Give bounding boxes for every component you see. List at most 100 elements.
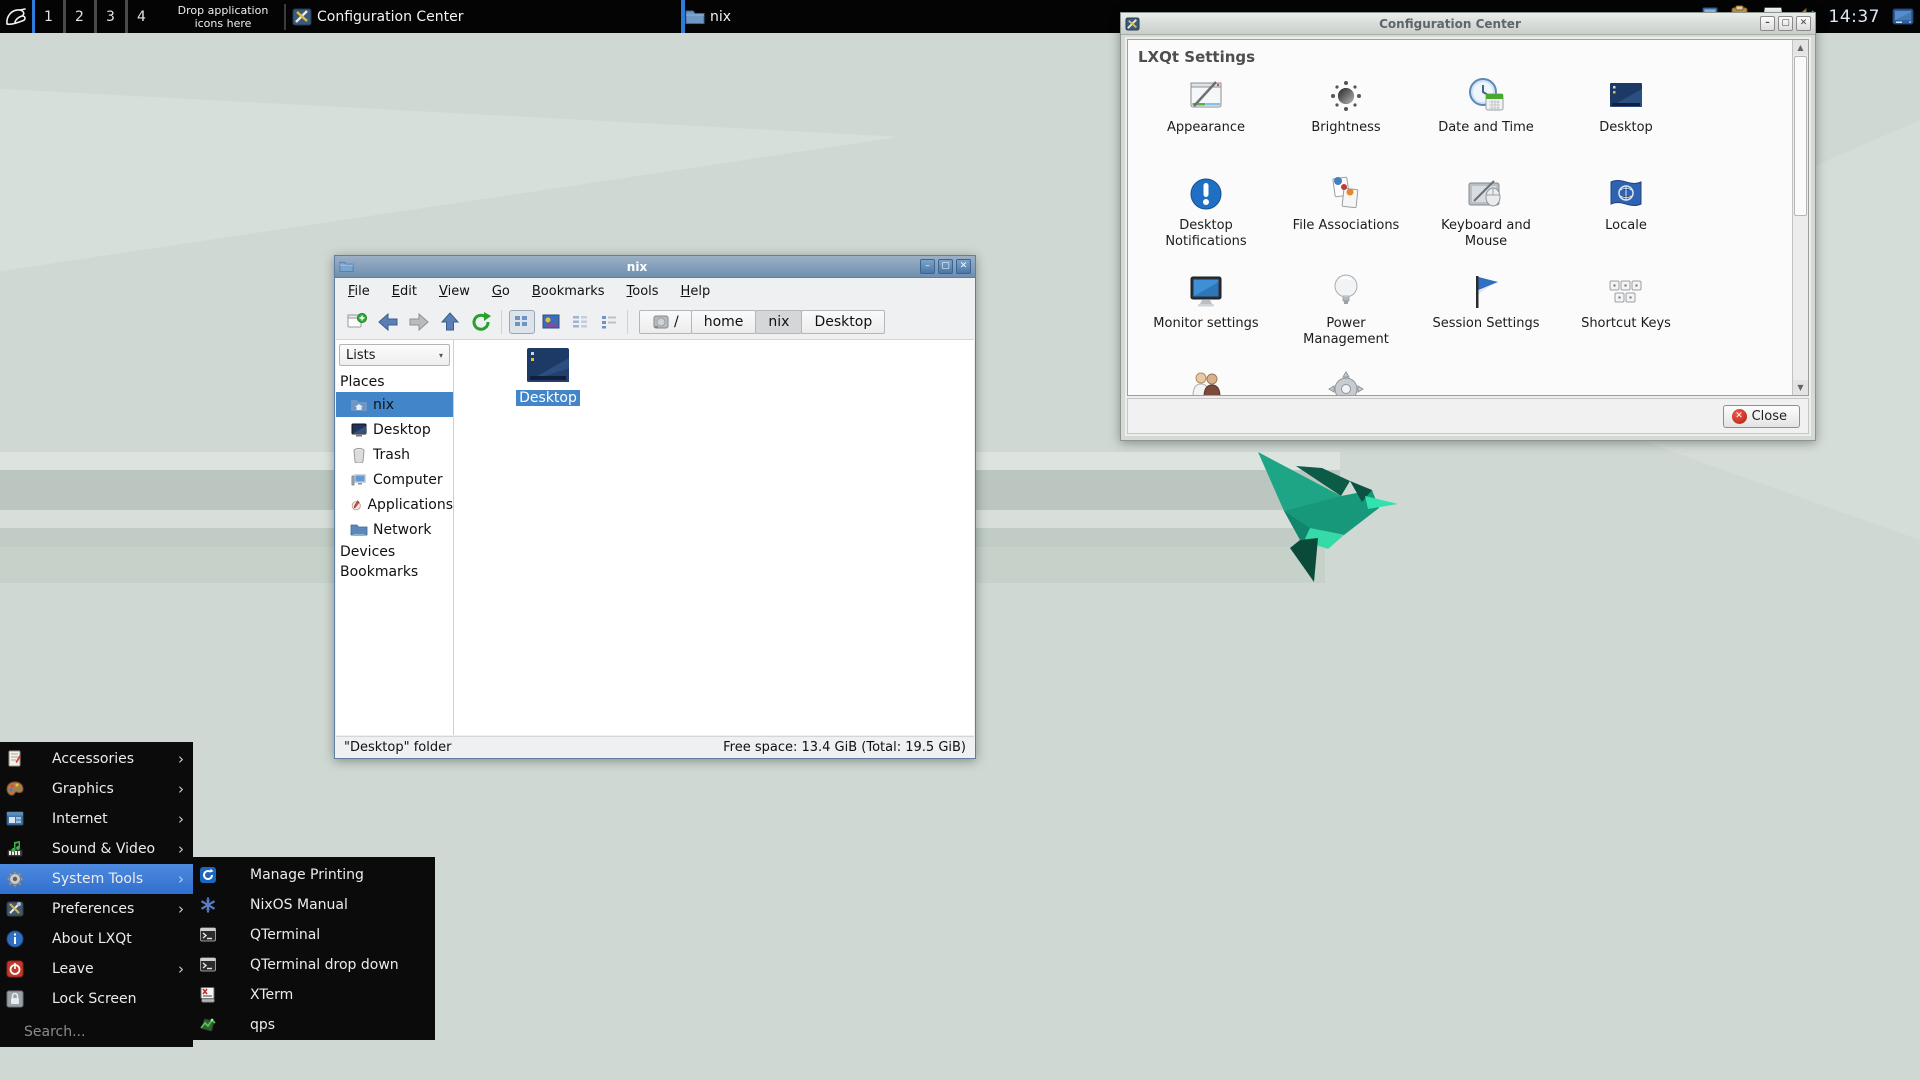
menu-go[interactable]: Go xyxy=(492,284,510,299)
sidebar-item-network[interactable]: Network xyxy=(336,517,453,542)
scrollbar-thumb[interactable] xyxy=(1794,56,1807,216)
close-x-icon: ✕ xyxy=(1732,409,1747,424)
submenu-item-manage-printing[interactable]: Manage Printing xyxy=(193,860,435,890)
quicklaunch-drop-hint[interactable]: Drop application icons here xyxy=(164,4,282,30)
settings-item-file-associations[interactable]: File Associations xyxy=(1276,174,1416,234)
new-tab-button[interactable] xyxy=(344,309,370,335)
forward-button[interactable] xyxy=(406,309,432,335)
workspace-button-1[interactable]: 1 xyxy=(32,0,63,33)
submenu-arrow-icon: › xyxy=(178,870,184,888)
nixos-icon xyxy=(199,896,217,914)
menu-view[interactable]: View xyxy=(439,284,470,299)
sidebar-mode-combobox[interactable]: Lists ▾ xyxy=(339,344,450,366)
settings-item-keyboard-mouse[interactable]: Keyboard and Mouse xyxy=(1416,174,1556,250)
workspace-button-3[interactable]: 3 xyxy=(94,0,125,33)
scrollbar[interactable]: ▲ ▼ xyxy=(1792,40,1808,395)
menu-item-preferences[interactable]: Preferences › xyxy=(0,894,193,924)
submenu-item-qterminal[interactable]: QTerminal xyxy=(193,920,435,950)
sound-video-icon xyxy=(6,840,24,858)
menu-search-row[interactable] xyxy=(0,1018,193,1046)
menu-item-sound-video[interactable]: Sound & Video › xyxy=(0,834,193,864)
application-menu: Accessories › Graphics › Internet › Soun… xyxy=(0,742,193,1047)
sidebar-item-trash[interactable]: Trash xyxy=(336,442,453,467)
menu-help[interactable]: Help xyxy=(681,284,711,299)
clock[interactable]: 14:37 xyxy=(1829,7,1881,27)
computer-icon xyxy=(350,472,368,488)
refresh-button[interactable] xyxy=(468,309,494,335)
scroll-up-arrow[interactable]: ▲ xyxy=(1793,40,1808,55)
settings-item-appearance[interactable]: Appearance xyxy=(1136,76,1276,136)
settings-item-locale[interactable]: Locale xyxy=(1556,174,1696,234)
menu-edit[interactable]: Edit xyxy=(392,284,417,299)
submenu-item-qterminal-dropdown[interactable]: QTerminal drop down xyxy=(193,950,435,980)
submenu-item-nixos-manual[interactable]: NixOS Manual xyxy=(193,890,435,920)
settings-item-desktop[interactable]: Desktop xyxy=(1556,76,1696,136)
minimize-button[interactable]: – xyxy=(920,259,935,274)
terminal-icon xyxy=(199,926,217,944)
brightness-icon xyxy=(1328,78,1364,114)
file-manager-titlebar[interactable]: nix – ▢ ✕ xyxy=(335,256,975,278)
task-button-configuration-center[interactable]: Configuration Center xyxy=(288,0,681,33)
main-menu-button[interactable] xyxy=(0,0,32,33)
settings-item-date-time[interactable]: Date and Time xyxy=(1416,76,1556,136)
thumbnail-view-button[interactable] xyxy=(538,310,564,334)
settings-item-users[interactable] xyxy=(1136,370,1276,396)
configuration-center-titlebar[interactable]: Configuration Center – ▢ ✕ xyxy=(1121,13,1815,35)
maximize-button[interactable]: ▢ xyxy=(1778,16,1793,31)
compact-view-button[interactable] xyxy=(596,310,622,334)
menu-item-lock-screen[interactable]: Lock Screen xyxy=(0,984,193,1014)
scroll-down-arrow[interactable]: ▼ xyxy=(1793,380,1808,395)
sidebar-item-applications[interactable]: Applications xyxy=(336,492,453,517)
drive-icon xyxy=(652,314,670,330)
submenu-item-xterm[interactable]: XTerm xyxy=(193,980,435,1010)
settings-item-session-settings[interactable]: Session Settings xyxy=(1416,272,1556,332)
menu-file[interactable]: File xyxy=(348,284,370,299)
workspace-button-2[interactable]: 2 xyxy=(63,0,94,33)
menu-item-graphics[interactable]: Graphics › xyxy=(0,774,193,804)
display-device-icon[interactable] xyxy=(1891,5,1915,29)
menu-item-system-tools[interactable]: System Tools › xyxy=(0,864,193,894)
sidebar-item-computer[interactable]: Computer xyxy=(336,467,453,492)
close-button[interactable]: ✕ xyxy=(1796,16,1811,31)
status-selection: "Desktop" folder xyxy=(344,740,451,755)
submenu-item-qps[interactable]: qps xyxy=(193,1010,435,1040)
path-home-button[interactable]: home xyxy=(691,310,757,334)
submenu-arrow-icon: › xyxy=(178,960,184,978)
menu-item-about-lxqt[interactable]: About LXQt xyxy=(0,924,193,954)
up-button[interactable] xyxy=(437,309,463,335)
lxqt-hummingbird-logo xyxy=(1248,448,1398,588)
path-nix-button[interactable]: nix xyxy=(755,310,802,334)
settings-icon-view[interactable]: LXQt Settings Appearance Brightness Date… xyxy=(1127,39,1809,396)
detailed-list-view-button[interactable] xyxy=(567,310,593,334)
config-center-icon xyxy=(292,7,312,27)
close-button[interactable]: ✕ xyxy=(956,259,971,274)
file-item-desktop[interactable]: Desktop xyxy=(510,346,586,406)
settings-item-desktop-notifications[interactable]: Desktop Notifications xyxy=(1136,174,1276,250)
settings-item-monitor-settings[interactable]: Monitor settings xyxy=(1136,272,1276,332)
path-root-button[interactable]: / xyxy=(639,310,692,334)
menu-bookmarks[interactable]: Bookmarks xyxy=(532,284,605,299)
menu-tools[interactable]: Tools xyxy=(627,284,659,299)
chevron-down-icon: ▾ xyxy=(439,351,443,360)
settings-item-gear[interactable] xyxy=(1276,370,1416,396)
settings-item-brightness[interactable]: Brightness xyxy=(1276,76,1416,136)
menu-item-internet[interactable]: Internet › xyxy=(0,804,193,834)
minimize-button[interactable]: – xyxy=(1760,16,1775,31)
workspace-button-4[interactable]: 4 xyxy=(125,0,156,33)
settings-item-power-management[interactable]: Power Management xyxy=(1276,272,1416,348)
back-button[interactable] xyxy=(375,309,401,335)
maximize-button[interactable]: ▢ xyxy=(938,259,953,274)
search-input[interactable] xyxy=(24,1024,174,1040)
path-desktop-button[interactable]: Desktop xyxy=(801,310,885,334)
file-list-view[interactable]: Desktop xyxy=(454,340,974,735)
submenu-arrow-icon: › xyxy=(178,810,184,828)
close-dialog-button[interactable]: ✕ Close xyxy=(1723,405,1800,428)
menu-item-accessories[interactable]: Accessories › xyxy=(0,744,193,774)
menu-item-leave[interactable]: Leave › xyxy=(0,954,193,984)
settings-item-shortcut-keys[interactable]: Shortcut Keys xyxy=(1556,272,1696,332)
sidebar-item-desktop[interactable]: Desktop xyxy=(336,417,453,442)
session-icon xyxy=(1468,273,1504,311)
icon-view-button[interactable] xyxy=(509,310,535,334)
sidebar-item-nix[interactable]: nix xyxy=(336,392,453,417)
task-button-nix[interactable]: nix xyxy=(681,0,1074,33)
